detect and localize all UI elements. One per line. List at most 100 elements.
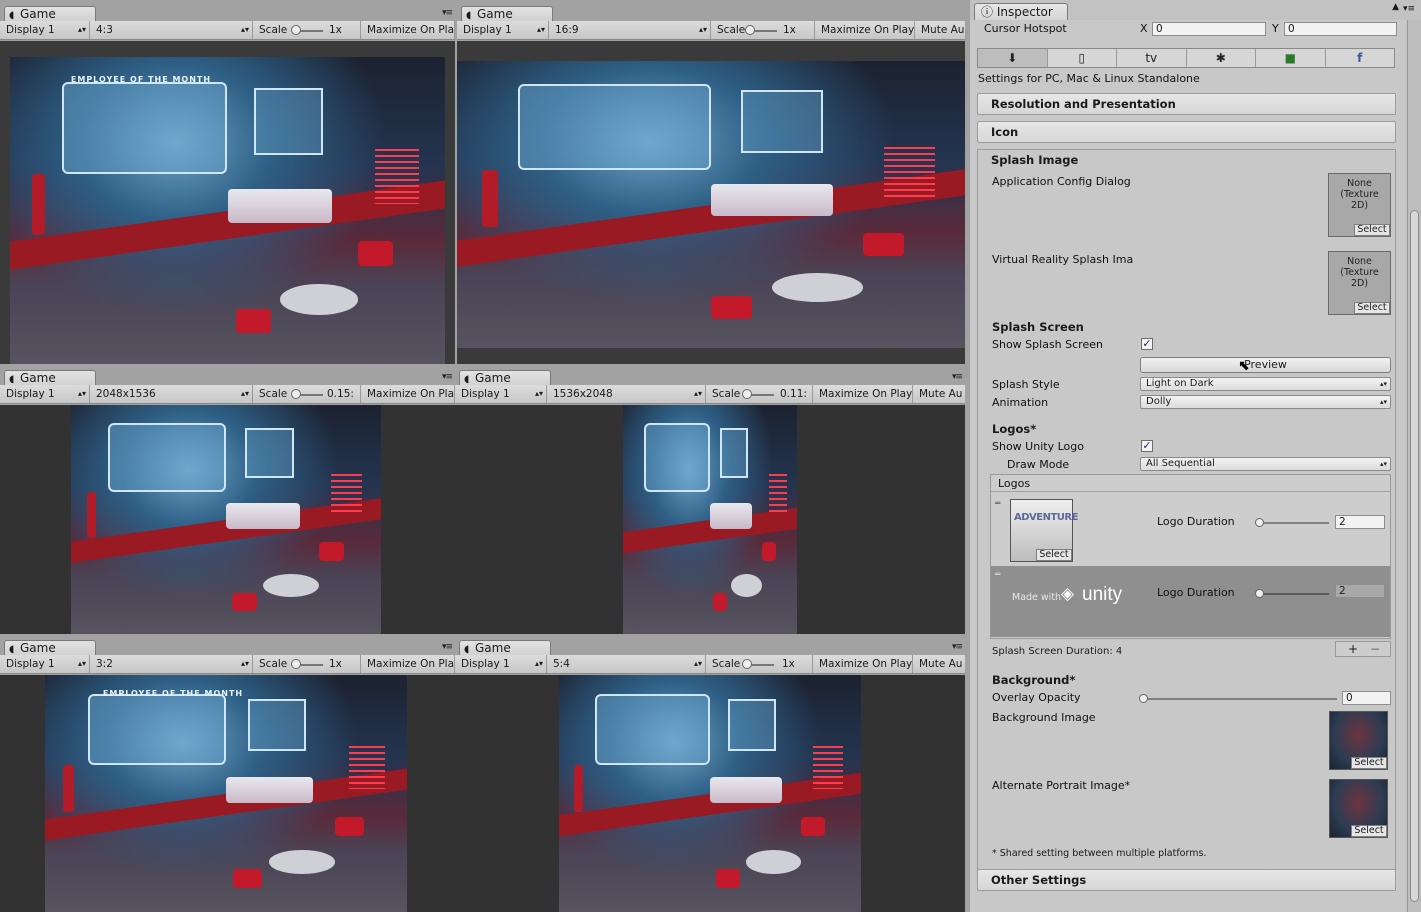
overlay-opacity-label: Overlay Opacity bbox=[992, 691, 1081, 704]
mute-audio-button[interactable]: Mute Au bbox=[915, 21, 965, 39]
scrollbar-thumb[interactable] bbox=[1410, 210, 1419, 902]
overlay-opacity-field[interactable]: 0 bbox=[1342, 691, 1391, 705]
select-button[interactable]: Select bbox=[1354, 224, 1390, 236]
display-dropdown[interactable]: Display 1 ▴▾ bbox=[0, 655, 90, 673]
maximize-on-play-button[interactable]: Maximize On Play bbox=[361, 655, 455, 673]
panel-menu-icon[interactable]: ▾≡ bbox=[952, 372, 963, 382]
mute-audio-button[interactable]: Mute Au bbox=[913, 655, 965, 673]
game-view[interactable] bbox=[457, 41, 965, 364]
remove-icon[interactable]: − bbox=[1370, 642, 1380, 656]
game-tab[interactable]: ◖ Game bbox=[459, 640, 551, 656]
display-dropdown[interactable]: Display 1 ▴▾ bbox=[455, 385, 547, 403]
aspect-dropdown[interactable]: 5:4 ▴▾ bbox=[547, 655, 706, 673]
panel-menu-icon[interactable]: ▾≡ bbox=[442, 372, 453, 382]
background-image-slot[interactable]: Select bbox=[1329, 711, 1388, 770]
select-button[interactable]: Select bbox=[1351, 825, 1387, 837]
panel-menu-icon[interactable]: ▾≡ bbox=[952, 642, 963, 652]
scale-slider-knob[interactable] bbox=[742, 389, 752, 399]
inspector-scrollbar[interactable] bbox=[1407, 20, 1421, 912]
select-button[interactable]: Select bbox=[1354, 302, 1390, 314]
show-splash-checkbox[interactable]: ✓ bbox=[1141, 338, 1153, 350]
slider-knob[interactable] bbox=[1139, 694, 1148, 703]
aspect-dropdown[interactable]: 4:3 ▴▾ bbox=[90, 21, 253, 39]
game-view[interactable] bbox=[455, 405, 965, 634]
game-tab[interactable]: ◖ Game bbox=[4, 640, 96, 656]
add-icon[interactable]: + bbox=[1348, 642, 1358, 656]
splash-style-dropdown[interactable]: Light on Dark ▴▾ bbox=[1140, 377, 1391, 391]
logo-duration-slider[interactable] bbox=[1259, 522, 1329, 524]
splash-image-header[interactable]: Splash Image bbox=[991, 153, 1078, 167]
aspect-dropdown[interactable]: 2048x1536 ▴▾ bbox=[90, 385, 253, 403]
facebook-icon[interactable]: f bbox=[1326, 49, 1395, 67]
panel-menu-icon[interactable]: ▾≡ bbox=[442, 642, 453, 652]
scene-render bbox=[71, 405, 381, 634]
panel-menu-icon[interactable]: ▾≡ bbox=[1403, 4, 1415, 14]
scale-control[interactable]: Scale 0.11: bbox=[706, 385, 813, 403]
scale-slider-knob[interactable] bbox=[745, 25, 755, 35]
scale-slider-knob[interactable] bbox=[291, 389, 301, 399]
game-tab[interactable]: ◖ Game bbox=[4, 370, 96, 386]
display-dropdown[interactable]: Display 1 ▴▾ bbox=[0, 385, 90, 403]
other-settings-section-header[interactable]: Other Settings bbox=[977, 869, 1396, 891]
select-button[interactable]: Select bbox=[1351, 757, 1387, 769]
game-view[interactable] bbox=[455, 675, 965, 912]
maximize-on-play-button[interactable]: Maximize On Play bbox=[813, 655, 913, 673]
game-view[interactable]: EMPLOYEE OF THE MONTH bbox=[0, 41, 455, 364]
slider-knob[interactable] bbox=[1255, 589, 1264, 598]
scale-slider-knob[interactable] bbox=[291, 659, 301, 669]
scale-control[interactable]: Scale 1x bbox=[253, 21, 361, 39]
draw-mode-dropdown[interactable]: All Sequential ▴▾ bbox=[1140, 457, 1391, 471]
game-tab[interactable]: ◖ Game bbox=[461, 6, 553, 22]
select-button[interactable]: Select bbox=[1036, 549, 1072, 561]
phone-icon[interactable]: ▯ bbox=[1048, 49, 1117, 67]
maximize-on-play-button[interactable]: Maximize On Play bbox=[361, 21, 455, 39]
inspector-tab[interactable]: ⓘ Inspector bbox=[974, 3, 1068, 20]
drag-handle-icon[interactable]: ═ bbox=[995, 570, 1000, 580]
scale-slider-knob[interactable] bbox=[291, 25, 301, 35]
logo-thumbnail-slot[interactable]: ADVENTURE Select bbox=[1010, 499, 1078, 562]
maximize-on-play-button[interactable]: Maximize On Play bbox=[813, 385, 913, 403]
panel-lock-icon[interactable]: ▲ bbox=[1392, 2, 1399, 12]
aspect-dropdown[interactable]: 16:9 ▴▾ bbox=[549, 21, 711, 39]
preview-button[interactable]: Preview bbox=[1140, 357, 1391, 373]
mute-audio-button[interactable]: Mute Au bbox=[913, 385, 965, 403]
maximize-on-play-button[interactable]: Maximize On Play bbox=[815, 21, 915, 39]
vr-splash-texture-slot[interactable]: None (Texture 2D) Select bbox=[1328, 251, 1391, 315]
display-dropdown[interactable]: Display 1 ▴▾ bbox=[455, 655, 547, 673]
logo-duration-field[interactable]: 2 bbox=[1335, 584, 1385, 598]
aspect-dropdown[interactable]: 3:2 ▴▾ bbox=[90, 655, 253, 673]
logo-row-selected[interactable]: ═ Made with ◈ unity Logo Duration 2 bbox=[991, 566, 1390, 637]
scale-control[interactable]: Scale 0.15: bbox=[253, 385, 361, 403]
scale-control[interactable]: Scale 1x bbox=[253, 655, 361, 673]
display-dropdown[interactable]: Display 1 ▴▾ bbox=[457, 21, 549, 39]
cursor-hotspot-x-field[interactable]: 0 bbox=[1152, 22, 1266, 36]
slider-knob[interactable] bbox=[1255, 518, 1264, 527]
download-icon[interactable]: ⬇ bbox=[978, 49, 1048, 67]
game-tab[interactable]: ◖ Game bbox=[459, 370, 551, 386]
aspect-dropdown[interactable]: 1536x2048 ▴▾ bbox=[547, 385, 706, 403]
game-view[interactable]: EMPLOYEE OF THE MONTH bbox=[0, 675, 455, 912]
alternate-portrait-slot[interactable]: Select bbox=[1329, 779, 1388, 838]
cursor-hotspot-y-field[interactable]: 0 bbox=[1284, 22, 1397, 36]
logo-duration-label: Logo Duration bbox=[1157, 515, 1235, 528]
drag-handle-icon[interactable]: ═ bbox=[995, 499, 1000, 509]
scale-control[interactable]: Scale 1x bbox=[711, 21, 815, 39]
scale-control[interactable]: Scale 1x bbox=[706, 655, 813, 673]
game-view[interactable] bbox=[0, 405, 455, 634]
resolution-section-header[interactable]: Resolution and Presentation bbox=[977, 93, 1396, 115]
maximize-on-play-button[interactable]: Maximize On Play bbox=[361, 385, 455, 403]
game-tab[interactable]: ◖ Game bbox=[4, 6, 96, 22]
apple-tv-icon[interactable]: tv bbox=[1117, 49, 1187, 67]
app-config-texture-slot[interactable]: None (Texture 2D) Select bbox=[1328, 173, 1391, 237]
xbox-icon[interactable]: ■ bbox=[1256, 49, 1326, 67]
show-unity-logo-checkbox[interactable]: ✓ bbox=[1141, 440, 1153, 452]
icon-section-header[interactable]: Icon bbox=[977, 121, 1396, 143]
display-dropdown[interactable]: Display 1 ▴▾ bbox=[0, 21, 90, 39]
overlay-opacity-slider[interactable] bbox=[1144, 698, 1337, 700]
android-icon[interactable]: ✱ bbox=[1187, 49, 1256, 67]
logo-duration-slider[interactable] bbox=[1259, 593, 1329, 595]
logo-duration-field[interactable]: 2 bbox=[1335, 515, 1385, 529]
scale-slider-knob[interactable] bbox=[742, 659, 752, 669]
animation-dropdown[interactable]: Dolly ▴▾ bbox=[1140, 395, 1391, 409]
panel-menu-icon[interactable]: ▾≡ bbox=[442, 8, 453, 18]
